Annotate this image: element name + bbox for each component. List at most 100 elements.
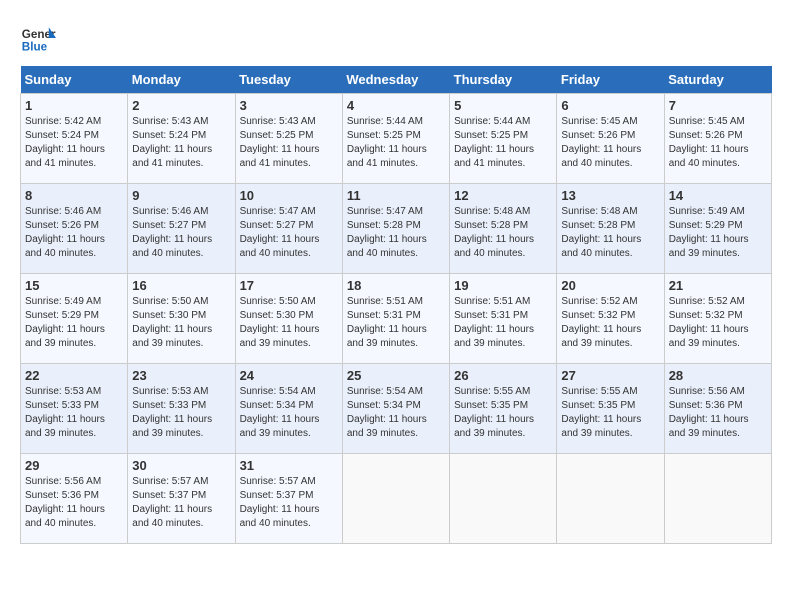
sunrise-label: Sunrise: 5:47 AM xyxy=(240,206,316,217)
sunset-label: Sunset: 5:32 PM xyxy=(561,310,635,321)
day-number: 4 xyxy=(347,98,445,113)
day-number: 26 xyxy=(454,368,552,383)
sunrise-label: Sunrise: 5:48 AM xyxy=(454,206,530,217)
sunset-label: Sunset: 5:24 PM xyxy=(25,130,99,141)
sunrise-label: Sunrise: 5:44 AM xyxy=(454,116,530,127)
day-number: 19 xyxy=(454,278,552,293)
calendar-cell: 31 Sunrise: 5:57 AM Sunset: 5:37 PM Dayl… xyxy=(235,454,342,544)
sunset-label: Sunset: 5:25 PM xyxy=(454,130,528,141)
day-info: Sunrise: 5:55 AM Sunset: 5:35 PM Dayligh… xyxy=(561,385,659,441)
daylight-label: Daylight: 11 hours and 39 minutes. xyxy=(347,324,427,349)
col-header-tuesday: Tuesday xyxy=(235,66,342,94)
sunrise-label: Sunrise: 5:54 AM xyxy=(347,386,423,397)
calendar-cell: 19 Sunrise: 5:51 AM Sunset: 5:31 PM Dayl… xyxy=(450,274,557,364)
day-number: 27 xyxy=(561,368,659,383)
daylight-label: Daylight: 11 hours and 40 minutes. xyxy=(669,144,749,169)
week-row-1: 1 Sunrise: 5:42 AM Sunset: 5:24 PM Dayli… xyxy=(21,94,772,184)
daylight-label: Daylight: 11 hours and 40 minutes. xyxy=(25,234,105,259)
daylight-label: Daylight: 11 hours and 40 minutes. xyxy=(132,504,212,529)
daylight-label: Daylight: 11 hours and 39 minutes. xyxy=(25,324,105,349)
sunset-label: Sunset: 5:28 PM xyxy=(454,220,528,231)
page-header: General Blue xyxy=(20,20,772,56)
sunrise-label: Sunrise: 5:43 AM xyxy=(132,116,208,127)
sunset-label: Sunset: 5:36 PM xyxy=(669,400,743,411)
calendar-cell: 9 Sunrise: 5:46 AM Sunset: 5:27 PM Dayli… xyxy=(128,184,235,274)
calendar-cell: 10 Sunrise: 5:47 AM Sunset: 5:27 PM Dayl… xyxy=(235,184,342,274)
sunset-label: Sunset: 5:26 PM xyxy=(669,130,743,141)
calendar-cell: 7 Sunrise: 5:45 AM Sunset: 5:26 PM Dayli… xyxy=(664,94,771,184)
daylight-label: Daylight: 11 hours and 39 minutes. xyxy=(132,324,212,349)
day-number: 25 xyxy=(347,368,445,383)
calendar-header-row: SundayMondayTuesdayWednesdayThursdayFrid… xyxy=(21,66,772,94)
sunrise-label: Sunrise: 5:48 AM xyxy=(561,206,637,217)
daylight-label: Daylight: 11 hours and 41 minutes. xyxy=(25,144,105,169)
sunrise-label: Sunrise: 5:55 AM xyxy=(561,386,637,397)
day-number: 1 xyxy=(25,98,123,113)
col-header-thursday: Thursday xyxy=(450,66,557,94)
daylight-label: Daylight: 11 hours and 39 minutes. xyxy=(669,414,749,439)
calendar-cell: 12 Sunrise: 5:48 AM Sunset: 5:28 PM Dayl… xyxy=(450,184,557,274)
day-number: 22 xyxy=(25,368,123,383)
sunset-label: Sunset: 5:25 PM xyxy=(347,130,421,141)
sunset-label: Sunset: 5:31 PM xyxy=(347,310,421,321)
daylight-label: Daylight: 11 hours and 39 minutes. xyxy=(240,414,320,439)
day-info: Sunrise: 5:51 AM Sunset: 5:31 PM Dayligh… xyxy=(347,295,445,351)
calendar-cell: 24 Sunrise: 5:54 AM Sunset: 5:34 PM Dayl… xyxy=(235,364,342,454)
daylight-label: Daylight: 11 hours and 39 minutes. xyxy=(25,414,105,439)
day-number: 17 xyxy=(240,278,338,293)
week-row-4: 22 Sunrise: 5:53 AM Sunset: 5:33 PM Dayl… xyxy=(21,364,772,454)
sunset-label: Sunset: 5:37 PM xyxy=(132,490,206,501)
sunrise-label: Sunrise: 5:49 AM xyxy=(25,296,101,307)
day-number: 16 xyxy=(132,278,230,293)
day-number: 7 xyxy=(669,98,767,113)
day-number: 18 xyxy=(347,278,445,293)
sunset-label: Sunset: 5:26 PM xyxy=(561,130,635,141)
daylight-label: Daylight: 11 hours and 40 minutes. xyxy=(240,234,320,259)
sunrise-label: Sunrise: 5:57 AM xyxy=(132,476,208,487)
calendar-cell: 6 Sunrise: 5:45 AM Sunset: 5:26 PM Dayli… xyxy=(557,94,664,184)
sunset-label: Sunset: 5:27 PM xyxy=(132,220,206,231)
svg-text:Blue: Blue xyxy=(22,41,48,54)
calendar-cell: 28 Sunrise: 5:56 AM Sunset: 5:36 PM Dayl… xyxy=(664,364,771,454)
sunrise-label: Sunrise: 5:45 AM xyxy=(669,116,745,127)
day-number: 30 xyxy=(132,458,230,473)
sunrise-label: Sunrise: 5:52 AM xyxy=(669,296,745,307)
sunrise-label: Sunrise: 5:50 AM xyxy=(240,296,316,307)
day-number: 31 xyxy=(240,458,338,473)
daylight-label: Daylight: 11 hours and 40 minutes. xyxy=(240,504,320,529)
day-info: Sunrise: 5:57 AM Sunset: 5:37 PM Dayligh… xyxy=(240,475,338,531)
day-info: Sunrise: 5:47 AM Sunset: 5:27 PM Dayligh… xyxy=(240,205,338,261)
day-info: Sunrise: 5:46 AM Sunset: 5:27 PM Dayligh… xyxy=(132,205,230,261)
day-info: Sunrise: 5:45 AM Sunset: 5:26 PM Dayligh… xyxy=(669,115,767,171)
col-header-monday: Monday xyxy=(128,66,235,94)
day-info: Sunrise: 5:51 AM Sunset: 5:31 PM Dayligh… xyxy=(454,295,552,351)
daylight-label: Daylight: 11 hours and 39 minutes. xyxy=(561,324,641,349)
sunset-label: Sunset: 5:37 PM xyxy=(240,490,314,501)
calendar-cell: 22 Sunrise: 5:53 AM Sunset: 5:33 PM Dayl… xyxy=(21,364,128,454)
week-row-2: 8 Sunrise: 5:46 AM Sunset: 5:26 PM Dayli… xyxy=(21,184,772,274)
sunrise-label: Sunrise: 5:44 AM xyxy=(347,116,423,127)
calendar-cell: 1 Sunrise: 5:42 AM Sunset: 5:24 PM Dayli… xyxy=(21,94,128,184)
day-info: Sunrise: 5:48 AM Sunset: 5:28 PM Dayligh… xyxy=(561,205,659,261)
day-number: 8 xyxy=(25,188,123,203)
sunset-label: Sunset: 5:35 PM xyxy=(454,400,528,411)
sunrise-label: Sunrise: 5:56 AM xyxy=(669,386,745,397)
day-info: Sunrise: 5:43 AM Sunset: 5:24 PM Dayligh… xyxy=(132,115,230,171)
sunrise-label: Sunrise: 5:46 AM xyxy=(132,206,208,217)
day-number: 28 xyxy=(669,368,767,383)
daylight-label: Daylight: 11 hours and 39 minutes. xyxy=(240,324,320,349)
daylight-label: Daylight: 11 hours and 40 minutes. xyxy=(132,234,212,259)
day-number: 9 xyxy=(132,188,230,203)
calendar-cell: 8 Sunrise: 5:46 AM Sunset: 5:26 PM Dayli… xyxy=(21,184,128,274)
day-info: Sunrise: 5:52 AM Sunset: 5:32 PM Dayligh… xyxy=(561,295,659,351)
col-header-sunday: Sunday xyxy=(21,66,128,94)
week-row-3: 15 Sunrise: 5:49 AM Sunset: 5:29 PM Dayl… xyxy=(21,274,772,364)
sunset-label: Sunset: 5:27 PM xyxy=(240,220,314,231)
sunset-label: Sunset: 5:29 PM xyxy=(25,310,99,321)
day-info: Sunrise: 5:57 AM Sunset: 5:37 PM Dayligh… xyxy=(132,475,230,531)
calendar-cell: 4 Sunrise: 5:44 AM Sunset: 5:25 PM Dayli… xyxy=(342,94,449,184)
sunset-label: Sunset: 5:28 PM xyxy=(347,220,421,231)
day-number: 6 xyxy=(561,98,659,113)
calendar-cell: 3 Sunrise: 5:43 AM Sunset: 5:25 PM Dayli… xyxy=(235,94,342,184)
sunrise-label: Sunrise: 5:42 AM xyxy=(25,116,101,127)
